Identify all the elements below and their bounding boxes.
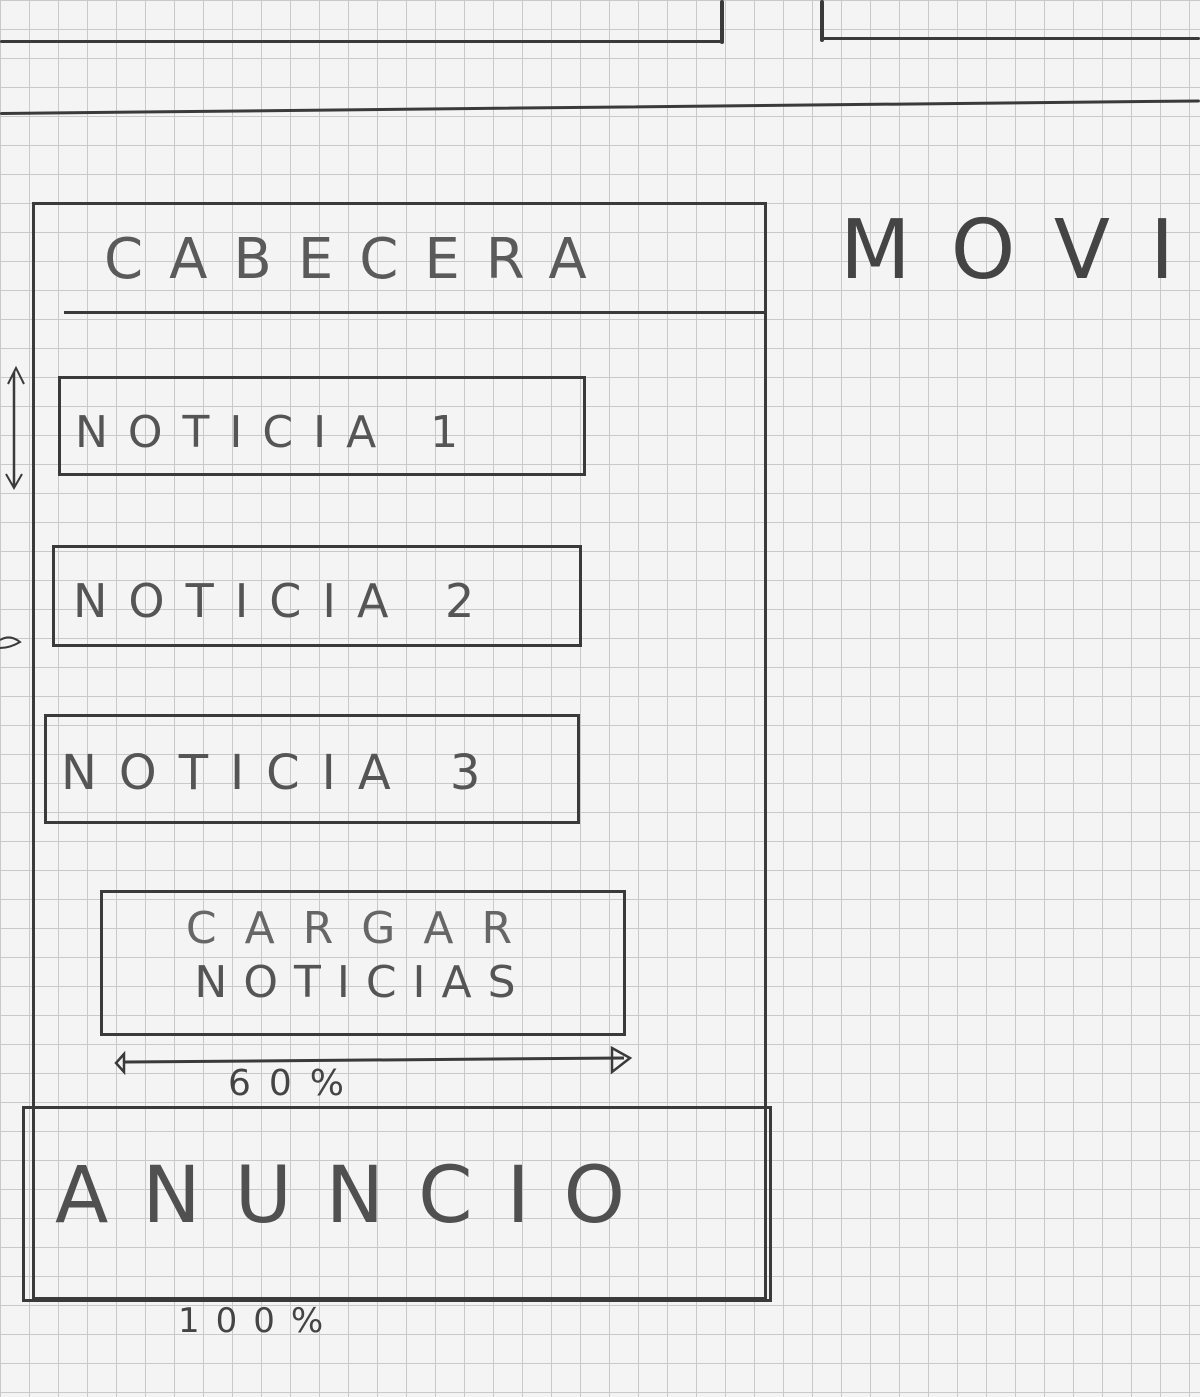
button-width-note: 60% xyxy=(228,1063,363,1104)
page-width-note: 100% xyxy=(178,1301,340,1341)
ad-block: ANUNCIO xyxy=(22,1106,772,1302)
ad-label: ANUNCIO xyxy=(55,1151,660,1241)
